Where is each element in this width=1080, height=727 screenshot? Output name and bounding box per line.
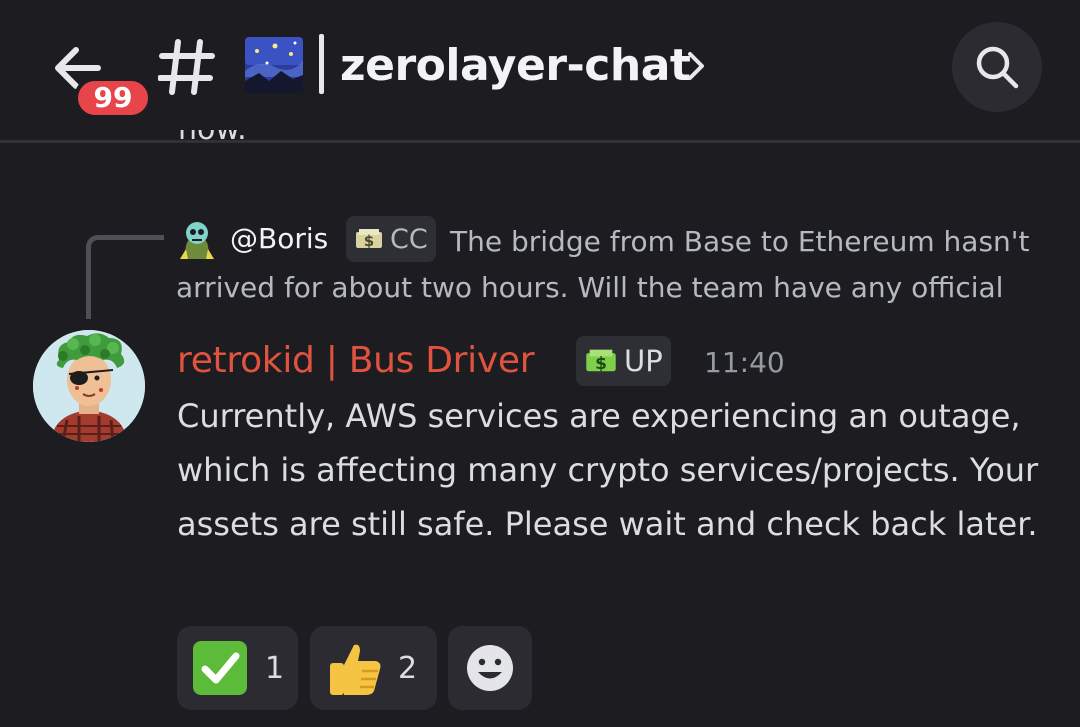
svg-text:$: $ <box>595 354 607 374</box>
hash-icon <box>158 39 215 95</box>
message-timestamp: 11:40 <box>704 346 785 379</box>
reply-preview-text[interactable]: The bridge from Base to Ethereum hasn't … <box>176 219 1046 311</box>
reaction-check-mark[interactable]: 1 <box>177 626 298 710</box>
reaction-count: 1 <box>265 650 285 686</box>
message-text: Currently, AWS services are experiencing… <box>177 397 1039 543</box>
search-icon <box>976 46 1019 89</box>
channel-title[interactable]: zerolayer-chat <box>340 36 691 96</box>
title-separator <box>319 34 324 94</box>
channel-header: 99 zerolayer-chat <box>0 0 1080 140</box>
search-button[interactable] <box>952 22 1042 112</box>
thumbs-up-emoji-icon <box>330 644 381 695</box>
chevron-right-icon[interactable] <box>686 50 706 82</box>
money-icon: $ <box>586 349 616 374</box>
unread-badge: 99 <box>74 77 152 119</box>
reaction-thumbs-up[interactable]: 2 <box>310 626 437 710</box>
message-author-name[interactable]: retrokid | Bus Driver <box>177 336 535 386</box>
reaction-count: 2 <box>398 650 418 686</box>
header-divider <box>0 140 1080 143</box>
check-mark-emoji-icon <box>193 641 247 695</box>
user-avatar[interactable] <box>33 330 145 442</box>
add-reaction-button[interactable] <box>448 626 532 710</box>
author-role-tag: $ UP <box>576 336 671 386</box>
smiley-add-reaction-icon <box>467 645 513 691</box>
night-sky-emoji-icon <box>245 37 303 93</box>
reply-connector <box>86 235 164 319</box>
previous-message-tail: now. <box>178 130 247 146</box>
